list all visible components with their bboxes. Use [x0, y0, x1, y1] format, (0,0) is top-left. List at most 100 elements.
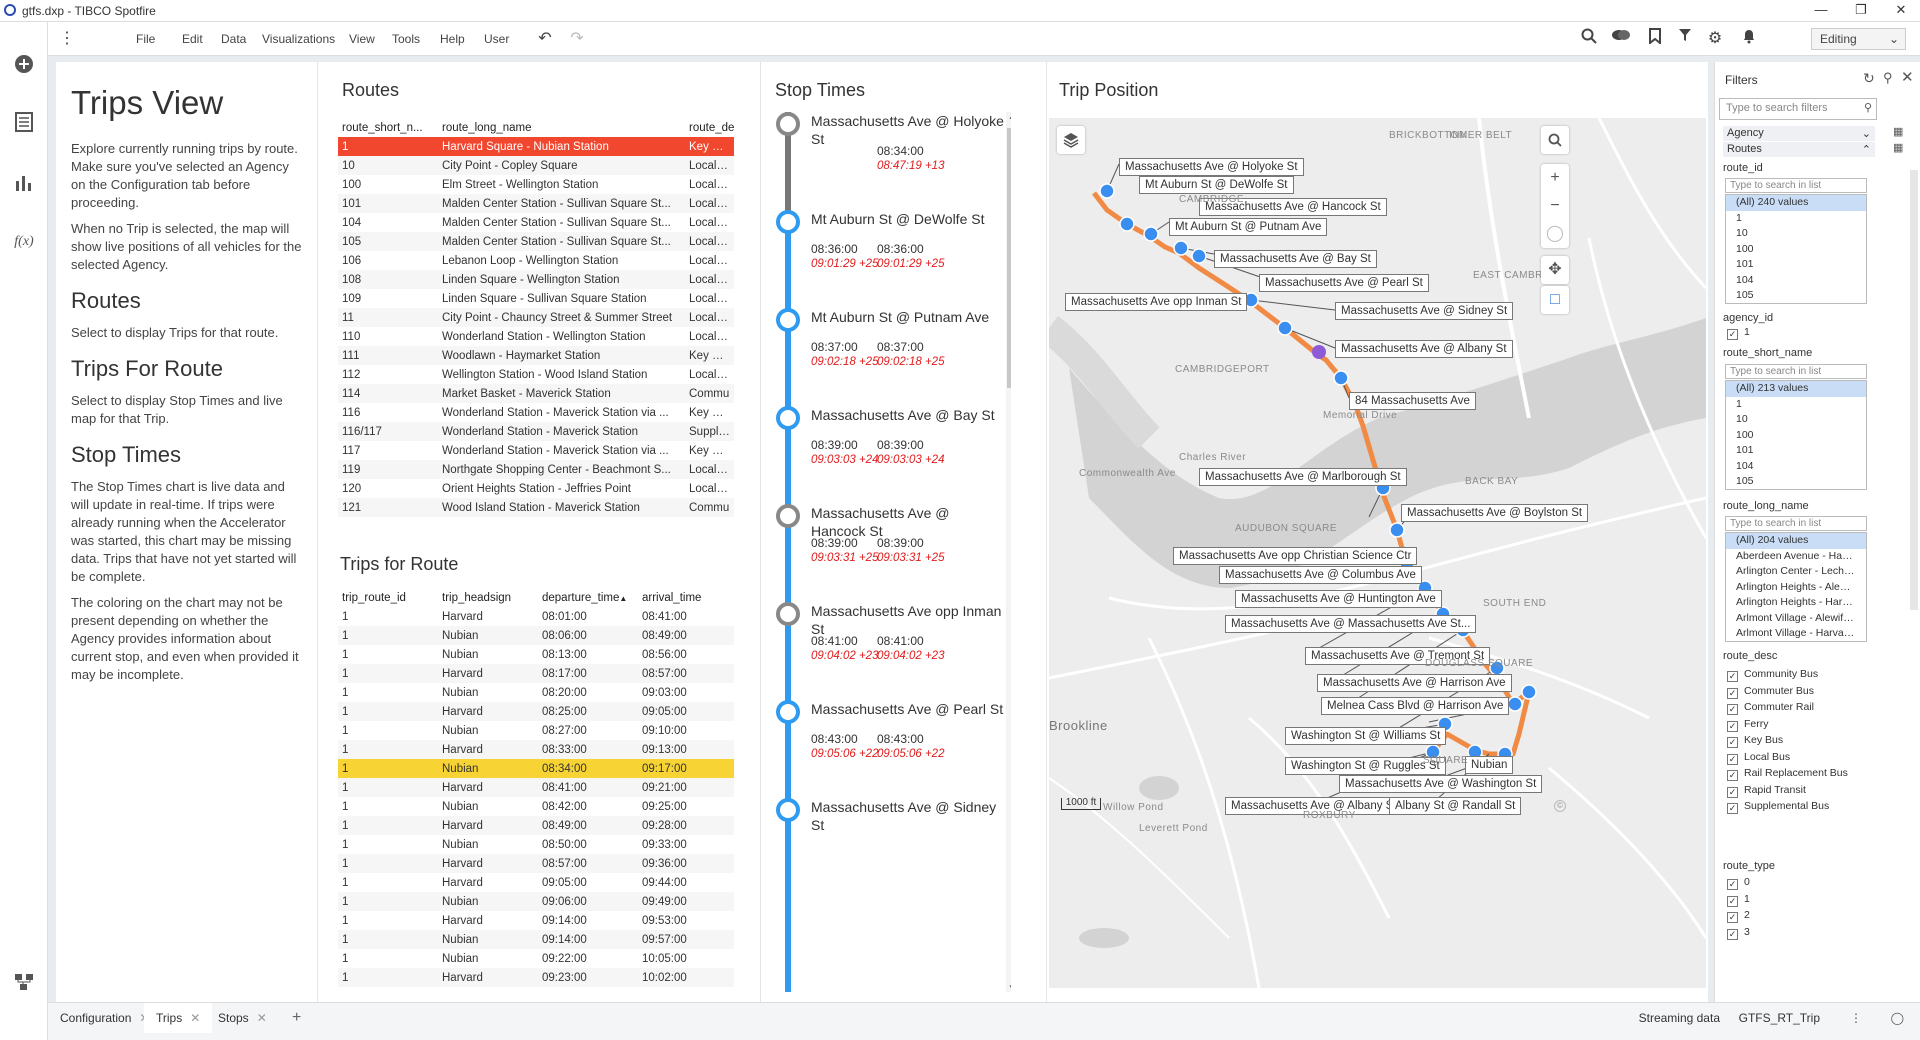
- menu-view[interactable]: View: [349, 32, 375, 46]
- menu-user[interactable]: User: [484, 32, 509, 46]
- mode-dropdown[interactable]: Editing ⌄: [1811, 28, 1906, 50]
- bookmark-icon[interactable]: [1644, 28, 1666, 50]
- table-row[interactable]: 1 Nubian 08:27:00 09:10:00: [338, 721, 734, 740]
- redo-icon[interactable]: ↷: [566, 28, 588, 50]
- globe-icon[interactable]: ◯: [1891, 1011, 1904, 1025]
- menu-data[interactable]: Data: [221, 32, 246, 46]
- route-id-list[interactable]: (All) 240 values 1 10 100 101 104 105: [1725, 194, 1867, 304]
- minimize-icon[interactable]: —: [1806, 2, 1836, 17]
- table-row[interactable]: 110 Wonderland Station - Wellington Stati…: [338, 327, 734, 346]
- filter-checkbox[interactable]: ✓ Rapid Transit: [1727, 784, 1806, 798]
- filter-checkbox[interactable]: ✓ Community Bus: [1727, 668, 1818, 682]
- restore-icon[interactable]: ❐: [1846, 2, 1876, 18]
- pin-icon[interactable]: ⚲: [1883, 70, 1893, 86]
- search-icon[interactable]: [1578, 28, 1600, 50]
- table-row[interactable]: 1 Harvard 08:25:00 09:05:00: [338, 702, 734, 721]
- filter-checkbox[interactable]: ✓ Supplemental Bus: [1727, 800, 1829, 814]
- table-row[interactable]: 117 Wonderland Station - Maverick Station…: [338, 441, 734, 460]
- stop-time-item[interactable]: Massachusetts Ave @ Bay St 08:39:00 08:39:…: [761, 406, 1011, 502]
- menu-help[interactable]: Help: [440, 32, 465, 46]
- col-route-short-name[interactable]: route_short_n...: [338, 118, 438, 137]
- filter-checkbox[interactable]: ✓ Rail Replacement Bus: [1727, 767, 1848, 781]
- filter-list-item[interactable]: 1: [1726, 211, 1866, 227]
- map-search-icon[interactable]: [1541, 126, 1569, 154]
- stop-time-item[interactable]: Mt Auburn St @ DeWolfe St 08:36:00 08:36:0…: [761, 210, 1011, 306]
- filter-list-item[interactable]: Aberdeen Avenue - Harva...: [1726, 549, 1866, 565]
- filter-list-item[interactable]: 100: [1726, 428, 1866, 444]
- filter-list-item[interactable]: 10: [1726, 412, 1866, 428]
- filter-list-item[interactable]: Arlmont Village - Harvard ...: [1726, 626, 1866, 641]
- close-filters-icon[interactable]: ✕: [1901, 68, 1914, 86]
- stop-time-item[interactable]: Massachusetts Ave @ Sidney St: [761, 798, 1011, 894]
- table-row[interactable]: 1 Nubian 09:06:00 09:49:00: [338, 892, 734, 911]
- rectangle-select-icon[interactable]: □: [1541, 286, 1569, 314]
- filter-list-item[interactable]: 1: [1726, 397, 1866, 413]
- hierarchy-icon[interactable]: [12, 970, 36, 994]
- filter-list-item[interactable]: Arlington Heights - Harva...: [1726, 595, 1866, 611]
- filter-list-item[interactable]: (All) 213 values: [1726, 381, 1866, 397]
- table-row[interactable]: 1 Nubian 09:22:00 10:05:00: [338, 949, 734, 968]
- stop-time-item[interactable]: Massachusetts Ave @ Pearl St 08:43:00 08:4…: [761, 700, 1011, 796]
- scroll-down-icon[interactable]: ▼: [1008, 983, 1011, 992]
- stop-times-chart[interactable]: Massachusetts Ave @ Holyoke St 08:34:00 08…: [761, 112, 1011, 992]
- table-row[interactable]: 121 Wood Island Station - Maverick Statio…: [338, 498, 734, 517]
- add-page-button[interactable]: +: [280, 1003, 313, 1033]
- data-table-icon[interactable]: [12, 110, 36, 134]
- filter-list-item[interactable]: 100: [1726, 242, 1866, 258]
- menu-tools[interactable]: Tools: [392, 32, 420, 46]
- notifications-icon[interactable]: [1738, 28, 1760, 50]
- layers-icon[interactable]: [1057, 126, 1085, 154]
- undo-icon[interactable]: ↶: [534, 28, 556, 50]
- table-row[interactable]: 1 Nubian 09:14:00 09:57:00: [338, 930, 734, 949]
- close-window-icon[interactable]: ✕: [1886, 2, 1916, 18]
- more-menu-icon[interactable]: ⋮: [56, 28, 78, 50]
- filters-scrollbar[interactable]: [1910, 170, 1918, 610]
- filter-list-item[interactable]: 104: [1726, 273, 1866, 289]
- filter-checkbox[interactable]: ✓ 2: [1727, 909, 1750, 923]
- table-row[interactable]: 116/117 Wonderland Station - Maverick Sta…: [338, 422, 734, 441]
- filter-list-item[interactable]: (All) 204 values: [1726, 533, 1866, 549]
- table-row[interactable]: 104 Malden Center Station - Sullivan Squa…: [338, 213, 734, 232]
- table-row[interactable]: 1 Harvard 09:05:00 09:44:00: [338, 873, 734, 892]
- filter-list-item[interactable]: Arlington Center - Lechm...: [1726, 564, 1866, 580]
- agency-id-checkbox[interactable]: ✓ 1: [1727, 326, 1750, 340]
- table-icon[interactable]: ▦: [1893, 141, 1903, 154]
- table-row[interactable]: 1 Nubian 08:13:00 08:56:00: [338, 645, 734, 664]
- function-icon[interactable]: f(x): [12, 230, 36, 254]
- filter-checkbox[interactable]: ✓ Commuter Bus: [1727, 685, 1814, 699]
- route-short-name-search[interactable]: Type to search in list: [1725, 364, 1867, 379]
- menu-visualizations[interactable]: Visualizations: [262, 32, 335, 46]
- route-long-name-search[interactable]: Type to search in list: [1725, 516, 1867, 531]
- table-row[interactable]: 1 Harvard 08:49:00 09:28:00: [338, 816, 734, 835]
- table-row[interactable]: 1 Harvard 08:41:00 09:21:00: [338, 778, 734, 797]
- col-route-long-name[interactable]: route_long_name: [438, 118, 685, 137]
- col-arrival-time[interactable]: arrival_time: [638, 588, 734, 607]
- zoom-out-icon[interactable]: −: [1541, 192, 1569, 220]
- visualizations-icon[interactable]: [12, 170, 36, 194]
- table-row[interactable]: 1 Nubian 08:20:00 09:03:00: [338, 683, 734, 702]
- stop-times-scrollbar[interactable]: ▲ ▼: [1006, 112, 1011, 992]
- zoom-in-icon[interactable]: +: [1541, 164, 1569, 192]
- filter-checkbox[interactable]: ✓ 0: [1727, 876, 1750, 890]
- table-row[interactable]: 10 City Point - Copley Square Local Bu: [338, 156, 734, 175]
- table-row[interactable]: 101 Malden Center Station - Sullivan Squa…: [338, 194, 734, 213]
- filter-list-item[interactable]: (All) 240 values: [1726, 195, 1866, 211]
- route-id-search[interactable]: Type to search in list: [1725, 178, 1867, 193]
- table-row[interactable]: 1 Harvard 08:17:00 08:57:00: [338, 664, 734, 683]
- table-row-selected[interactable]: 1 Harvard Square - Nubian Station Key Bus: [338, 137, 734, 156]
- table-row[interactable]: 105 Malden Center Station - Sullivan Squa…: [338, 232, 734, 251]
- filter-list-item[interactable]: 10: [1726, 226, 1866, 242]
- attribution-icon[interactable]: ©: [1554, 800, 1566, 812]
- agency-group[interactable]: Agency ⌄: [1723, 126, 1875, 141]
- scrollbar-thumb[interactable]: [1007, 128, 1011, 388]
- col-departure-time[interactable]: departure_time▲: [538, 588, 638, 607]
- menu-file[interactable]: File: [136, 32, 155, 46]
- filter-list-item[interactable]: Arlington Heights - Alewif...: [1726, 580, 1866, 596]
- table-row[interactable]: 108 Linden Square - Wellington Station Loc…: [338, 270, 734, 289]
- filter-icon[interactable]: [1674, 28, 1696, 50]
- table-row[interactable]: 1 Harvard 09:23:00 10:02:00: [338, 968, 734, 987]
- stop-time-item[interactable]: Mt Auburn St @ Putnam Ave 08:37:00 08:37:0…: [761, 308, 1011, 404]
- filter-list-item[interactable]: 105: [1726, 288, 1866, 303]
- add-icon[interactable]: [12, 52, 36, 76]
- filter-list-item[interactable]: 104: [1726, 459, 1866, 475]
